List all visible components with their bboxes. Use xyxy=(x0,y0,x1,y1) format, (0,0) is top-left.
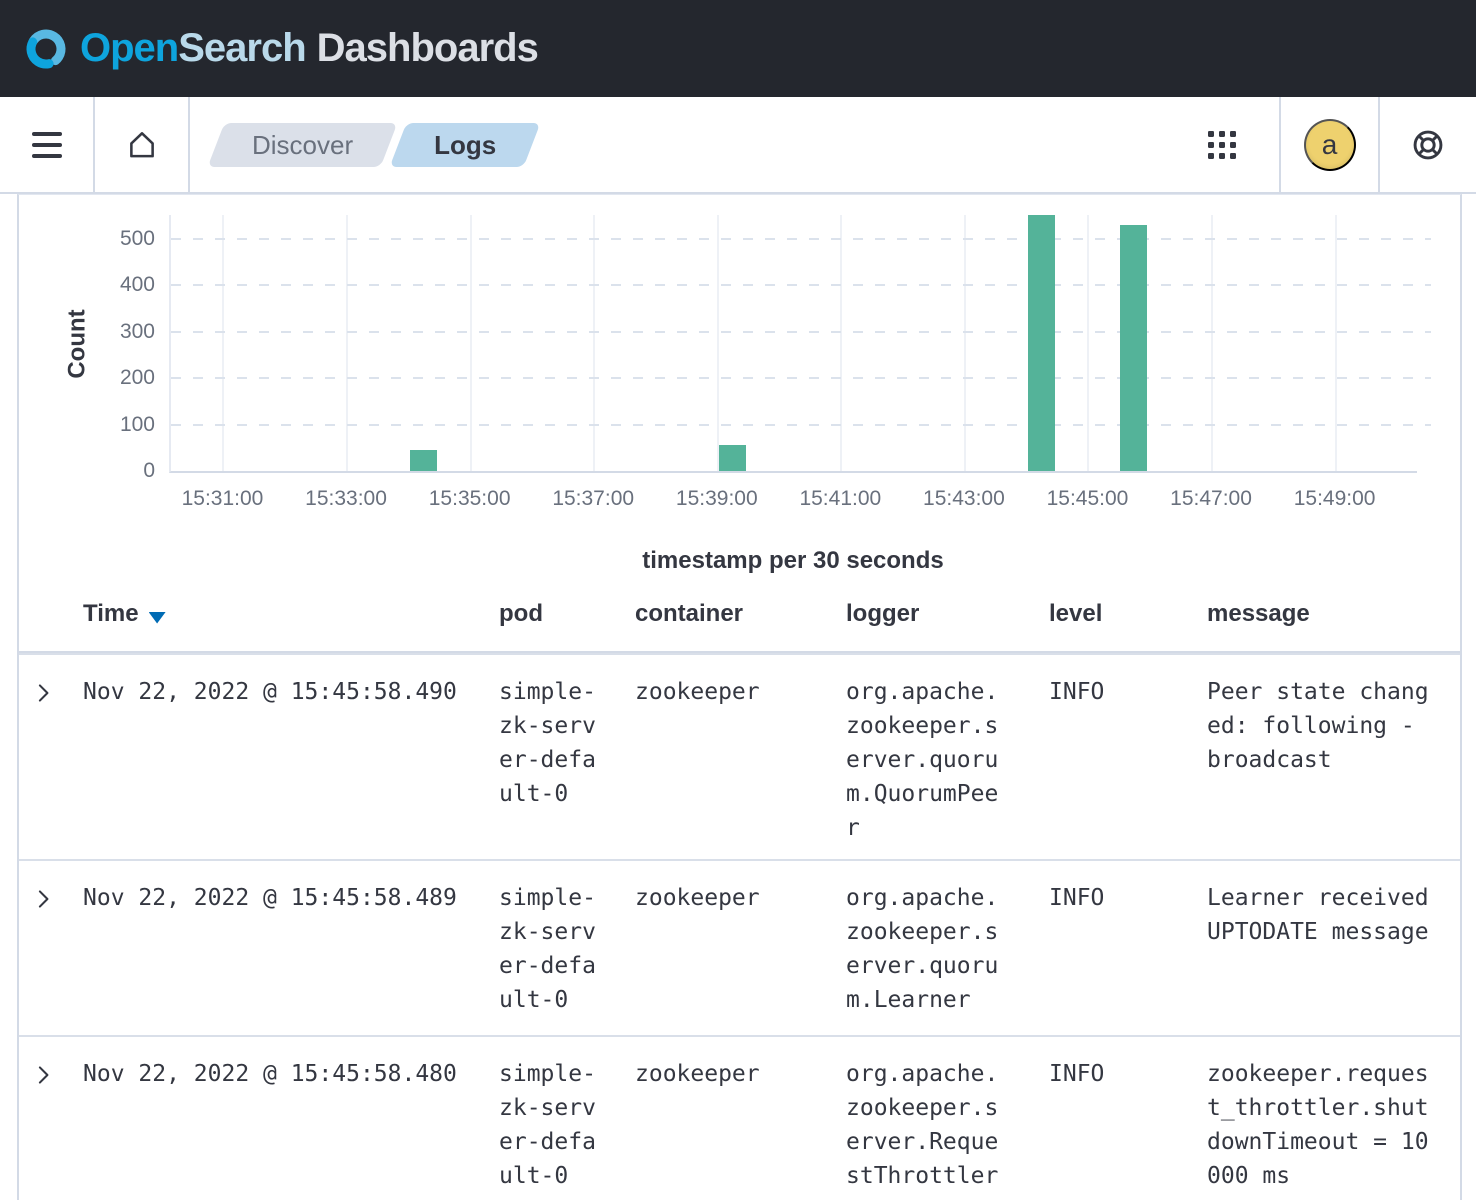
x-tick-label: 15:41:00 xyxy=(799,487,881,511)
histogram-bar[interactable] xyxy=(1120,225,1147,471)
x-gridline xyxy=(1087,215,1089,471)
x-gridline xyxy=(470,215,472,471)
cell-time: Nov 22, 2022 @ 15:45:58.489 xyxy=(67,861,483,1035)
chevron-right-icon xyxy=(33,682,55,704)
home-button[interactable] xyxy=(95,97,190,192)
y-tick-label: 0 xyxy=(143,459,155,483)
y-gridline xyxy=(171,424,1431,426)
menu-button[interactable] xyxy=(0,97,95,192)
cell-message: zookeeper.request_throttler.shutdownTime… xyxy=(1191,1037,1460,1200)
x-gridline xyxy=(346,215,348,471)
breadcrumb-logs[interactable]: Logs xyxy=(398,123,532,167)
y-gridline xyxy=(171,284,1431,286)
expand-row-button[interactable] xyxy=(33,677,65,709)
x-gridline xyxy=(593,215,595,471)
cell-logger: org.apache.zookeeper.server.quorum.Quoru… xyxy=(830,655,1033,859)
opensearch-logo-icon xyxy=(22,25,70,73)
sort-desc-icon[interactable] xyxy=(149,611,166,624)
y-gridline xyxy=(171,331,1431,333)
breadcrumb-label: Discover xyxy=(252,130,353,160)
x-tick-label: 15:39:00 xyxy=(676,487,758,511)
column-header-pod: pod xyxy=(483,600,619,628)
cell-time: Nov 22, 2022 @ 15:45:58.480 xyxy=(67,1037,483,1200)
user-avatar[interactable]: a xyxy=(1304,119,1356,171)
y-tick-label: 400 xyxy=(120,273,155,297)
y-tick-label: 300 xyxy=(120,320,155,344)
cell-logger: org.apache.zookeeper.server.RequestThrot… xyxy=(830,1037,1033,1200)
x-gridline xyxy=(222,215,224,471)
chevron-right-icon xyxy=(33,1064,55,1086)
cell-message: Peer state changed: following - broadcas… xyxy=(1191,655,1460,859)
cell-level: INFO xyxy=(1033,655,1191,859)
table-row: Nov 22, 2022 @ 15:45:58.489 simple-zk-se… xyxy=(19,859,1460,1035)
y-tick-label: 200 xyxy=(120,366,155,390)
hamburger-icon xyxy=(32,143,62,147)
cell-pod: simple-zk-server-default-0 xyxy=(483,655,619,859)
x-tick-label: 15:47:00 xyxy=(1170,487,1252,511)
cell-container: zookeeper xyxy=(619,655,830,859)
apps-grid-icon xyxy=(1207,130,1237,160)
x-gridline xyxy=(717,215,719,471)
x-axis-title: timestamp per 30 seconds xyxy=(169,547,1417,577)
y-tick-label: 500 xyxy=(120,227,155,251)
column-header-container: container xyxy=(619,600,830,628)
cell-logger: org.apache.zookeeper.server.quorum.Learn… xyxy=(830,861,1033,1035)
y-gridline xyxy=(171,238,1431,240)
cell-container: zookeeper xyxy=(619,861,830,1035)
x-tick-label: 15:33:00 xyxy=(305,487,387,511)
cell-pod: simple-zk-server-default-0 xyxy=(483,861,619,1035)
cell-level: INFO xyxy=(1033,1037,1191,1200)
histogram-bar[interactable] xyxy=(719,445,746,471)
y-axis-title: Count xyxy=(64,309,92,378)
histogram-bar[interactable] xyxy=(410,450,437,471)
table-row: Nov 22, 2022 @ 15:45:58.480 simple-zk-se… xyxy=(19,1035,1460,1200)
apps-menu-button[interactable] xyxy=(1164,97,1279,192)
expand-row-button[interactable] xyxy=(33,883,65,915)
app-header: OpenSearchDashboards xyxy=(0,0,1476,97)
x-tick-label: 15:49:00 xyxy=(1294,487,1376,511)
breadcrumb-discover[interactable]: Discover xyxy=(216,123,389,167)
x-tick-label: 15:43:00 xyxy=(923,487,1005,511)
help-button[interactable] xyxy=(1380,97,1476,192)
column-header-time[interactable]: Time xyxy=(67,600,483,628)
discover-panel: Count 15:31:0015:33:0015:35:0015:37:0015… xyxy=(17,194,1462,1200)
expand-row-button[interactable] xyxy=(33,1059,65,1091)
table-header-row: Time pod container logger level message xyxy=(19,577,1460,653)
plot-area: 15:31:0015:33:0015:35:0015:37:0015:39:00… xyxy=(169,215,1417,473)
cell-message: Learner received UPTODATE message xyxy=(1191,861,1460,1035)
column-label: Time xyxy=(83,600,139,628)
column-header-logger: logger xyxy=(830,600,1033,628)
cell-pod: simple-zk-server-default-0 xyxy=(483,1037,619,1200)
table-row: Nov 22, 2022 @ 15:45:58.490 simple-zk-se… xyxy=(19,653,1460,859)
column-header-level: level xyxy=(1033,600,1191,628)
x-tick-label: 15:31:00 xyxy=(182,487,264,511)
x-tick-label: 15:37:00 xyxy=(552,487,634,511)
navbar-right-section: a xyxy=(1164,97,1476,192)
x-tick-label: 15:45:00 xyxy=(1047,487,1129,511)
navigation-bar: Discover Logs a xyxy=(0,97,1476,194)
help-lifebuoy-icon xyxy=(1410,127,1446,163)
x-gridline xyxy=(840,215,842,471)
cell-container: zookeeper xyxy=(619,1037,830,1200)
x-gridline xyxy=(1335,215,1337,471)
x-gridline xyxy=(1211,215,1213,471)
cell-time: Nov 22, 2022 @ 15:45:58.490 xyxy=(67,655,483,859)
x-tick-label: 15:35:00 xyxy=(429,487,511,511)
app-title: OpenSearchDashboards xyxy=(80,26,538,71)
chevron-right-icon xyxy=(33,888,55,910)
home-icon xyxy=(125,128,159,162)
x-gridline xyxy=(964,215,966,471)
breadcrumb: Discover Logs xyxy=(190,97,1164,192)
y-tick-label: 100 xyxy=(120,413,155,437)
breadcrumb-label: Logs xyxy=(434,130,496,160)
histogram-bar[interactable] xyxy=(1028,215,1055,471)
cell-level: INFO xyxy=(1033,861,1191,1035)
documents-table: Time pod container logger level message … xyxy=(19,577,1460,1200)
opensearch-logo[interactable]: OpenSearchDashboards xyxy=(22,25,538,73)
y-gridline xyxy=(171,377,1431,379)
column-header-message: message xyxy=(1191,600,1460,628)
histogram-section: Count 15:31:0015:33:0015:35:0015:37:0015… xyxy=(19,195,1460,577)
